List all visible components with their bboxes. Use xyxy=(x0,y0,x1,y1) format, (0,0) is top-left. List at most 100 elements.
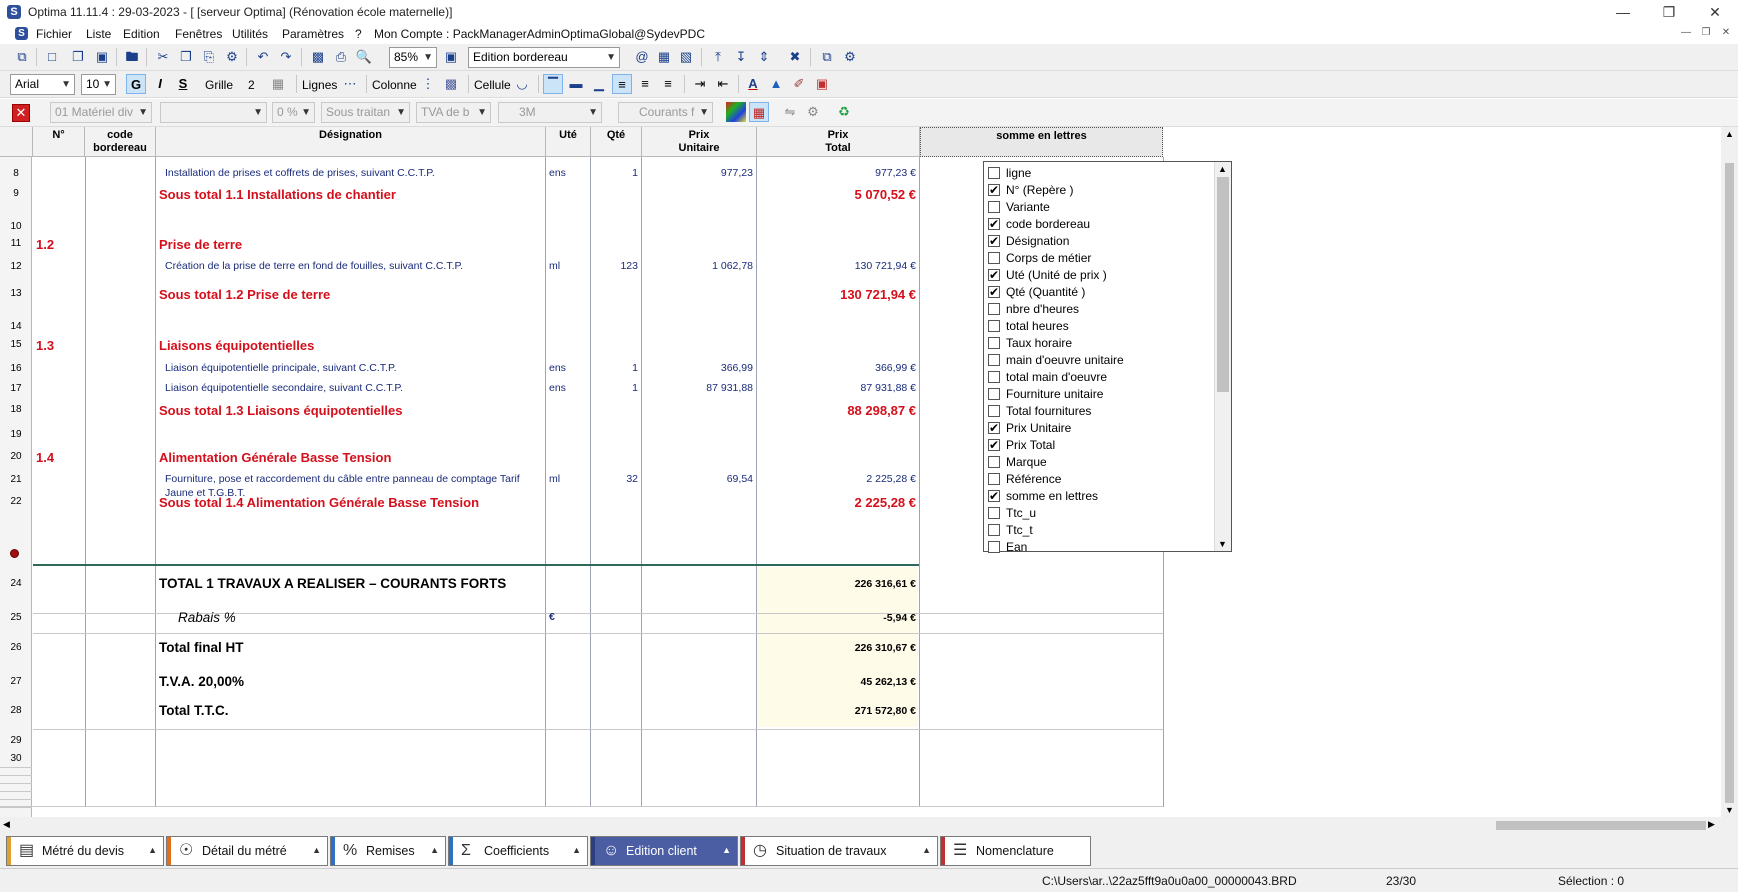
corps-etat-select[interactable]: Courants f ▼ xyxy=(618,102,713,123)
format-brush-icon[interactable]: ✐ xyxy=(789,74,809,94)
row-total-price[interactable]: 2 225,28 € xyxy=(758,473,916,485)
special-paste-icon[interactable]: ⚙ xyxy=(222,47,242,67)
row-quantity[interactable]: 1 xyxy=(592,382,638,394)
hscroll-thumb[interactable] xyxy=(1496,821,1706,830)
save-icon[interactable]: ▣ xyxy=(92,47,112,67)
vscroll-thumb[interactable] xyxy=(1725,163,1734,803)
total-value[interactable]: -5,94 € xyxy=(758,612,916,624)
menu-fichier[interactable]: Fichier xyxy=(36,27,72,41)
column-option[interactable]: Total fournitures xyxy=(984,403,1212,420)
row-number[interactable]: 26 xyxy=(0,642,32,653)
total-label[interactable]: Total T.T.C. xyxy=(159,703,229,718)
column-option[interactable]: Ttc_t xyxy=(984,522,1212,539)
tab-detail-metre[interactable]: ☉ Détail du métré ▲ xyxy=(166,836,328,866)
total-label[interactable]: T.V.A. 20,00% xyxy=(159,674,244,689)
row-number[interactable]: 9 xyxy=(0,188,32,199)
total-value[interactable]: 226 310,67 € xyxy=(758,642,916,654)
header-code[interactable]: code bordereau xyxy=(85,127,156,157)
row-unit[interactable]: ens xyxy=(549,362,589,374)
zoom-select[interactable]: 85% ▼ xyxy=(389,47,437,68)
row-designation[interactable]: Liaison équipotentielle principale, suiv… xyxy=(165,362,545,374)
percent-select[interactable]: 0 % ▼ xyxy=(272,102,315,123)
column-option[interactable]: ✔ somme en lettres xyxy=(984,488,1212,505)
settings-gear-icon[interactable]: ⚙ xyxy=(840,47,860,67)
row-designation[interactable]: Fourniture, pose et raccordement du câbl… xyxy=(165,473,545,485)
column-picker-list[interactable]: ligne ✔ N° (Repère ) Variante ✔ code bor… xyxy=(983,161,1232,554)
bordereau-grid[interactable]: N° code bordereau Désignation Uté Qté Pr… xyxy=(0,127,1738,817)
checkbox[interactable] xyxy=(988,507,1000,519)
cell-border-icon[interactable]: ◡ xyxy=(512,74,532,94)
horizontal-scrollbar[interactable]: ◀ ▶ xyxy=(0,817,1738,834)
redo-icon[interactable]: ↷ xyxy=(276,47,296,67)
total-value[interactable]: 226 316,61 € xyxy=(758,578,916,590)
mdi-close-icon[interactable]: ✕ xyxy=(1717,27,1735,41)
tab-nomenclature[interactable]: ☰ Nomenclature xyxy=(940,836,1091,866)
row-number[interactable]: 11 xyxy=(0,238,32,249)
checkbox[interactable] xyxy=(988,371,1000,383)
row-number[interactable]: 16 xyxy=(0,363,32,374)
checkbox[interactable] xyxy=(988,303,1000,315)
row-total-price[interactable]: 5 070,52 € xyxy=(758,187,916,202)
column-option[interactable]: ✔ Prix Total xyxy=(984,437,1212,454)
duplicate-icon[interactable]: ⧉ xyxy=(817,47,837,67)
row-number[interactable]: 17 xyxy=(0,383,32,394)
checkbox[interactable]: ✔ xyxy=(988,439,1000,451)
row-unit[interactable]: ens xyxy=(549,382,589,394)
tab-coefficients[interactable]: Σ Coefficients ▲ xyxy=(448,836,588,866)
indent-icon[interactable]: ⇥ xyxy=(690,74,710,94)
row-section-number[interactable]: 1.3 xyxy=(36,338,54,353)
total-unit[interactable]: € xyxy=(549,611,555,623)
row-unit-price[interactable]: 69,54 xyxy=(643,473,753,485)
border-middle-icon[interactable]: ▬ xyxy=(566,74,586,94)
column-option[interactable]: Fourniture unitaire xyxy=(984,386,1212,403)
row-unit[interactable]: ens xyxy=(549,167,589,179)
minimize-icon[interactable]: — xyxy=(1600,0,1646,24)
row-quantity[interactable]: 32 xyxy=(592,473,638,485)
new-icon[interactable]: □ xyxy=(42,47,62,67)
checkbox[interactable] xyxy=(988,167,1000,179)
column-option[interactable]: Ean xyxy=(984,539,1212,556)
menu-help[interactable]: ? xyxy=(355,27,362,41)
row-unit-price[interactable]: 87 931,88 xyxy=(643,382,753,394)
tab-remises[interactable]: % Remises ▲ xyxy=(330,836,446,866)
row-number[interactable]: 29 xyxy=(0,735,32,746)
row-number[interactable]: 19 xyxy=(0,429,32,440)
header-pt[interactable]: Prix Total xyxy=(757,127,920,157)
row-designation[interactable]: Sous total 1.1 Installations de chantier xyxy=(159,187,539,202)
pdf-icon[interactable]: ▩ xyxy=(308,47,328,67)
windows-icon[interactable]: ⧉ xyxy=(12,47,32,67)
lot-select[interactable]: 3M ▼ xyxy=(498,102,602,123)
grid-value[interactable]: 2 xyxy=(248,78,255,92)
row-number[interactable]: 12 xyxy=(0,261,32,272)
checkbox[interactable] xyxy=(988,405,1000,417)
save-view-icon[interactable]: ▣ xyxy=(441,47,461,67)
checkbox[interactable] xyxy=(988,456,1000,468)
column-option[interactable]: total main d'oeuvre xyxy=(984,369,1212,386)
row-unit-price[interactable]: 1 062,78 xyxy=(643,260,753,272)
materiel-select[interactable]: 01 Matériel div ▼ xyxy=(50,102,152,123)
row-designation[interactable]: Alimentation Générale Basse Tension xyxy=(159,450,539,465)
column-option[interactable]: ✔ Prix Unitaire xyxy=(984,420,1212,437)
menu-account[interactable]: Mon Compte : PackManagerAdminOptimaGloba… xyxy=(374,27,705,41)
tva-select[interactable]: TVA de b ▼ xyxy=(416,102,491,123)
mode-select[interactable]: Edition bordereau ▼ xyxy=(468,47,620,68)
checkbox[interactable] xyxy=(988,541,1000,553)
column-option[interactable]: ✔ Uté (Unité de prix ) xyxy=(984,267,1212,284)
move-updown-icon[interactable]: ⇕ xyxy=(754,47,774,67)
column-style-icon[interactable]: ▩ xyxy=(441,74,461,94)
row-designation[interactable]: Installation de prises et coffrets de pr… xyxy=(165,167,545,179)
checkbox[interactable] xyxy=(988,524,1000,536)
layout-icon[interactable]: ▧ xyxy=(676,47,696,67)
row-quantity[interactable]: 1 xyxy=(592,362,638,374)
checkbox[interactable] xyxy=(988,201,1000,213)
checkbox[interactable] xyxy=(988,388,1000,400)
row-total-price[interactable]: 2 225,28 € xyxy=(758,495,916,510)
column-option[interactable]: nbre d'heures xyxy=(984,301,1212,318)
row-section-number[interactable]: 1.4 xyxy=(36,450,54,465)
line-style-icon[interactable]: ⋯ xyxy=(340,74,360,94)
gear-disabled-icon[interactable]: ⚙ xyxy=(803,102,823,122)
columns-config-icon[interactable]: ▦ xyxy=(654,47,674,67)
cut-icon[interactable]: ✂ xyxy=(153,47,173,67)
popup-scroll-thumb[interactable] xyxy=(1217,177,1229,392)
document-logo-icon[interactable]: S xyxy=(15,27,28,40)
